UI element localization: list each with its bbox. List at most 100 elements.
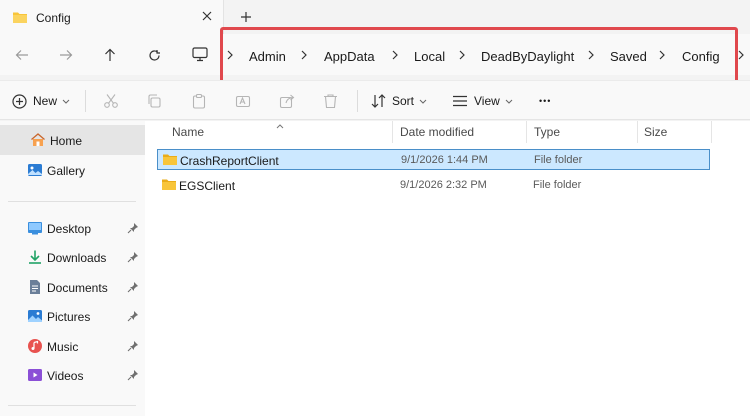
column-header-size[interactable]: Size: [644, 125, 667, 139]
computer-icon: [192, 47, 208, 65]
videos-icon: [27, 367, 43, 383]
forward-button[interactable]: [52, 42, 80, 68]
documents-icon: [27, 279, 43, 295]
pin-icon[interactable]: [127, 340, 139, 352]
sidebar-item-music[interactable]: Music: [0, 331, 145, 361]
music-icon: [27, 338, 43, 354]
sidebar-item-label: Videos: [47, 369, 84, 383]
pin-icon[interactable]: [127, 310, 139, 322]
chevron-down-icon: [419, 99, 427, 104]
chevron-right-icon: [458, 49, 468, 61]
pin-icon[interactable]: [127, 369, 139, 381]
plus-circle-icon: [12, 93, 27, 109]
sidebar-item-label: Gallery: [47, 164, 86, 178]
file-date: 9/1/2026 2:32 PM: [400, 179, 487, 191]
new-tab-button[interactable]: [235, 6, 257, 28]
sidebar-item-gallery[interactable]: Gallery: [0, 155, 145, 185]
plus-icon: [241, 12, 251, 22]
divider: [85, 90, 86, 112]
gallery-icon: [27, 162, 43, 178]
command-bar: New Sort View •••: [0, 80, 750, 120]
column-divider[interactable]: [526, 121, 527, 143]
sidebar-divider: [8, 201, 136, 202]
file-name: CrashReportClient: [180, 154, 279, 168]
copy-button[interactable]: [146, 89, 162, 113]
sidebar-item-pictures[interactable]: Pictures: [0, 301, 145, 331]
breadcrumb-config[interactable]: Config: [682, 49, 720, 64]
sidebar-item-downloads[interactable]: Downloads: [0, 242, 145, 272]
sort-button[interactable]: Sort: [371, 89, 427, 113]
navigation-pane: Home Gallery Desktop Downloads Documents…: [0, 121, 145, 416]
divider: [357, 90, 358, 112]
sidebar-item-label: Pictures: [47, 310, 91, 324]
close-tab-button[interactable]: [199, 8, 215, 24]
refresh-button[interactable]: [140, 42, 168, 68]
file-date: 9/1/2026 1:44 PM: [401, 154, 488, 166]
sidebar-item-documents[interactable]: Documents: [0, 272, 145, 302]
new-button[interactable]: New: [12, 89, 70, 113]
rename-button[interactable]: [235, 89, 251, 113]
tab-bar: Config: [0, 0, 750, 34]
file-list: Name Date modified Type Size CrashReport…: [145, 121, 750, 416]
breadcrumb-admin[interactable]: Admin: [249, 49, 286, 64]
breadcrumb-saved[interactable]: Saved: [610, 49, 647, 64]
file-name: EGSClient: [179, 179, 236, 193]
folder-icon: [162, 153, 178, 169]
sort-icon: [371, 94, 386, 108]
paste-icon: [192, 93, 206, 109]
chevron-down-icon: [62, 99, 70, 104]
paste-button[interactable]: [191, 89, 207, 113]
file-row-egsclient[interactable]: EGSClient 9/1/2026 2:32 PM File folder: [157, 175, 710, 196]
rename-icon: [235, 95, 251, 108]
new-label: New: [33, 94, 58, 108]
view-button[interactable]: View: [452, 89, 513, 113]
sidebar-item-videos[interactable]: Videos: [0, 360, 145, 390]
sort-label: Sort: [392, 94, 415, 108]
chevron-right-icon: [226, 49, 236, 61]
folder-icon: [161, 178, 177, 194]
column-header-date[interactable]: Date modified: [400, 125, 474, 139]
file-type: File folder: [533, 179, 582, 191]
arrow-up-icon: [105, 48, 115, 61]
breadcrumb-appdata[interactable]: AppData: [324, 49, 375, 64]
desktop-icon: [27, 220, 43, 236]
more-icon: •••: [539, 96, 552, 106]
column-header-type[interactable]: Type: [534, 125, 560, 139]
delete-button[interactable]: [323, 89, 338, 113]
sidebar-item-home[interactable]: Home: [0, 125, 145, 155]
breadcrumb-deadbydaylight[interactable]: DeadByDaylight: [481, 49, 574, 64]
share-icon: [279, 94, 295, 109]
tab-config[interactable]: Config: [0, 0, 224, 34]
view-label: View: [474, 94, 500, 108]
downloads-icon: [27, 249, 43, 265]
arrow-left-icon: [15, 50, 28, 60]
column-header-name[interactable]: Name: [172, 125, 204, 139]
chevron-right-icon: [391, 49, 401, 61]
pictures-icon: [27, 308, 43, 324]
column-divider[interactable]: [637, 121, 638, 143]
column-divider[interactable]: [392, 121, 393, 143]
up-button[interactable]: [96, 42, 124, 68]
folder-icon: [12, 10, 28, 27]
file-row-crashreportclient[interactable]: CrashReportClient 9/1/2026 1:44 PM File …: [157, 149, 710, 170]
sidebar-item-label: Documents: [47, 281, 108, 295]
breadcrumb-local[interactable]: Local: [414, 49, 445, 64]
sidebar-divider: [8, 405, 136, 406]
sidebar-item-desktop[interactable]: Desktop: [0, 213, 145, 243]
chevron-right-icon: [737, 49, 747, 61]
back-button[interactable]: [8, 42, 36, 68]
column-divider[interactable]: [711, 121, 712, 143]
cut-button[interactable]: [103, 89, 119, 113]
more-options-button[interactable]: •••: [539, 89, 551, 113]
address-bar[interactable]: Admin AppData Local DeadByDaylight Saved…: [182, 38, 750, 72]
pin-icon[interactable]: [127, 222, 139, 234]
pin-icon[interactable]: [127, 251, 139, 263]
pin-icon[interactable]: [127, 281, 139, 293]
chevron-down-icon: [505, 99, 513, 104]
chevron-right-icon: [587, 49, 597, 61]
view-list-icon: [453, 95, 467, 107]
copy-icon: [148, 94, 161, 108]
share-button[interactable]: [279, 89, 295, 113]
file-explorer-window: Config Admin AppData Local DeadByDayligh…: [0, 0, 750, 416]
close-icon: [202, 11, 212, 21]
